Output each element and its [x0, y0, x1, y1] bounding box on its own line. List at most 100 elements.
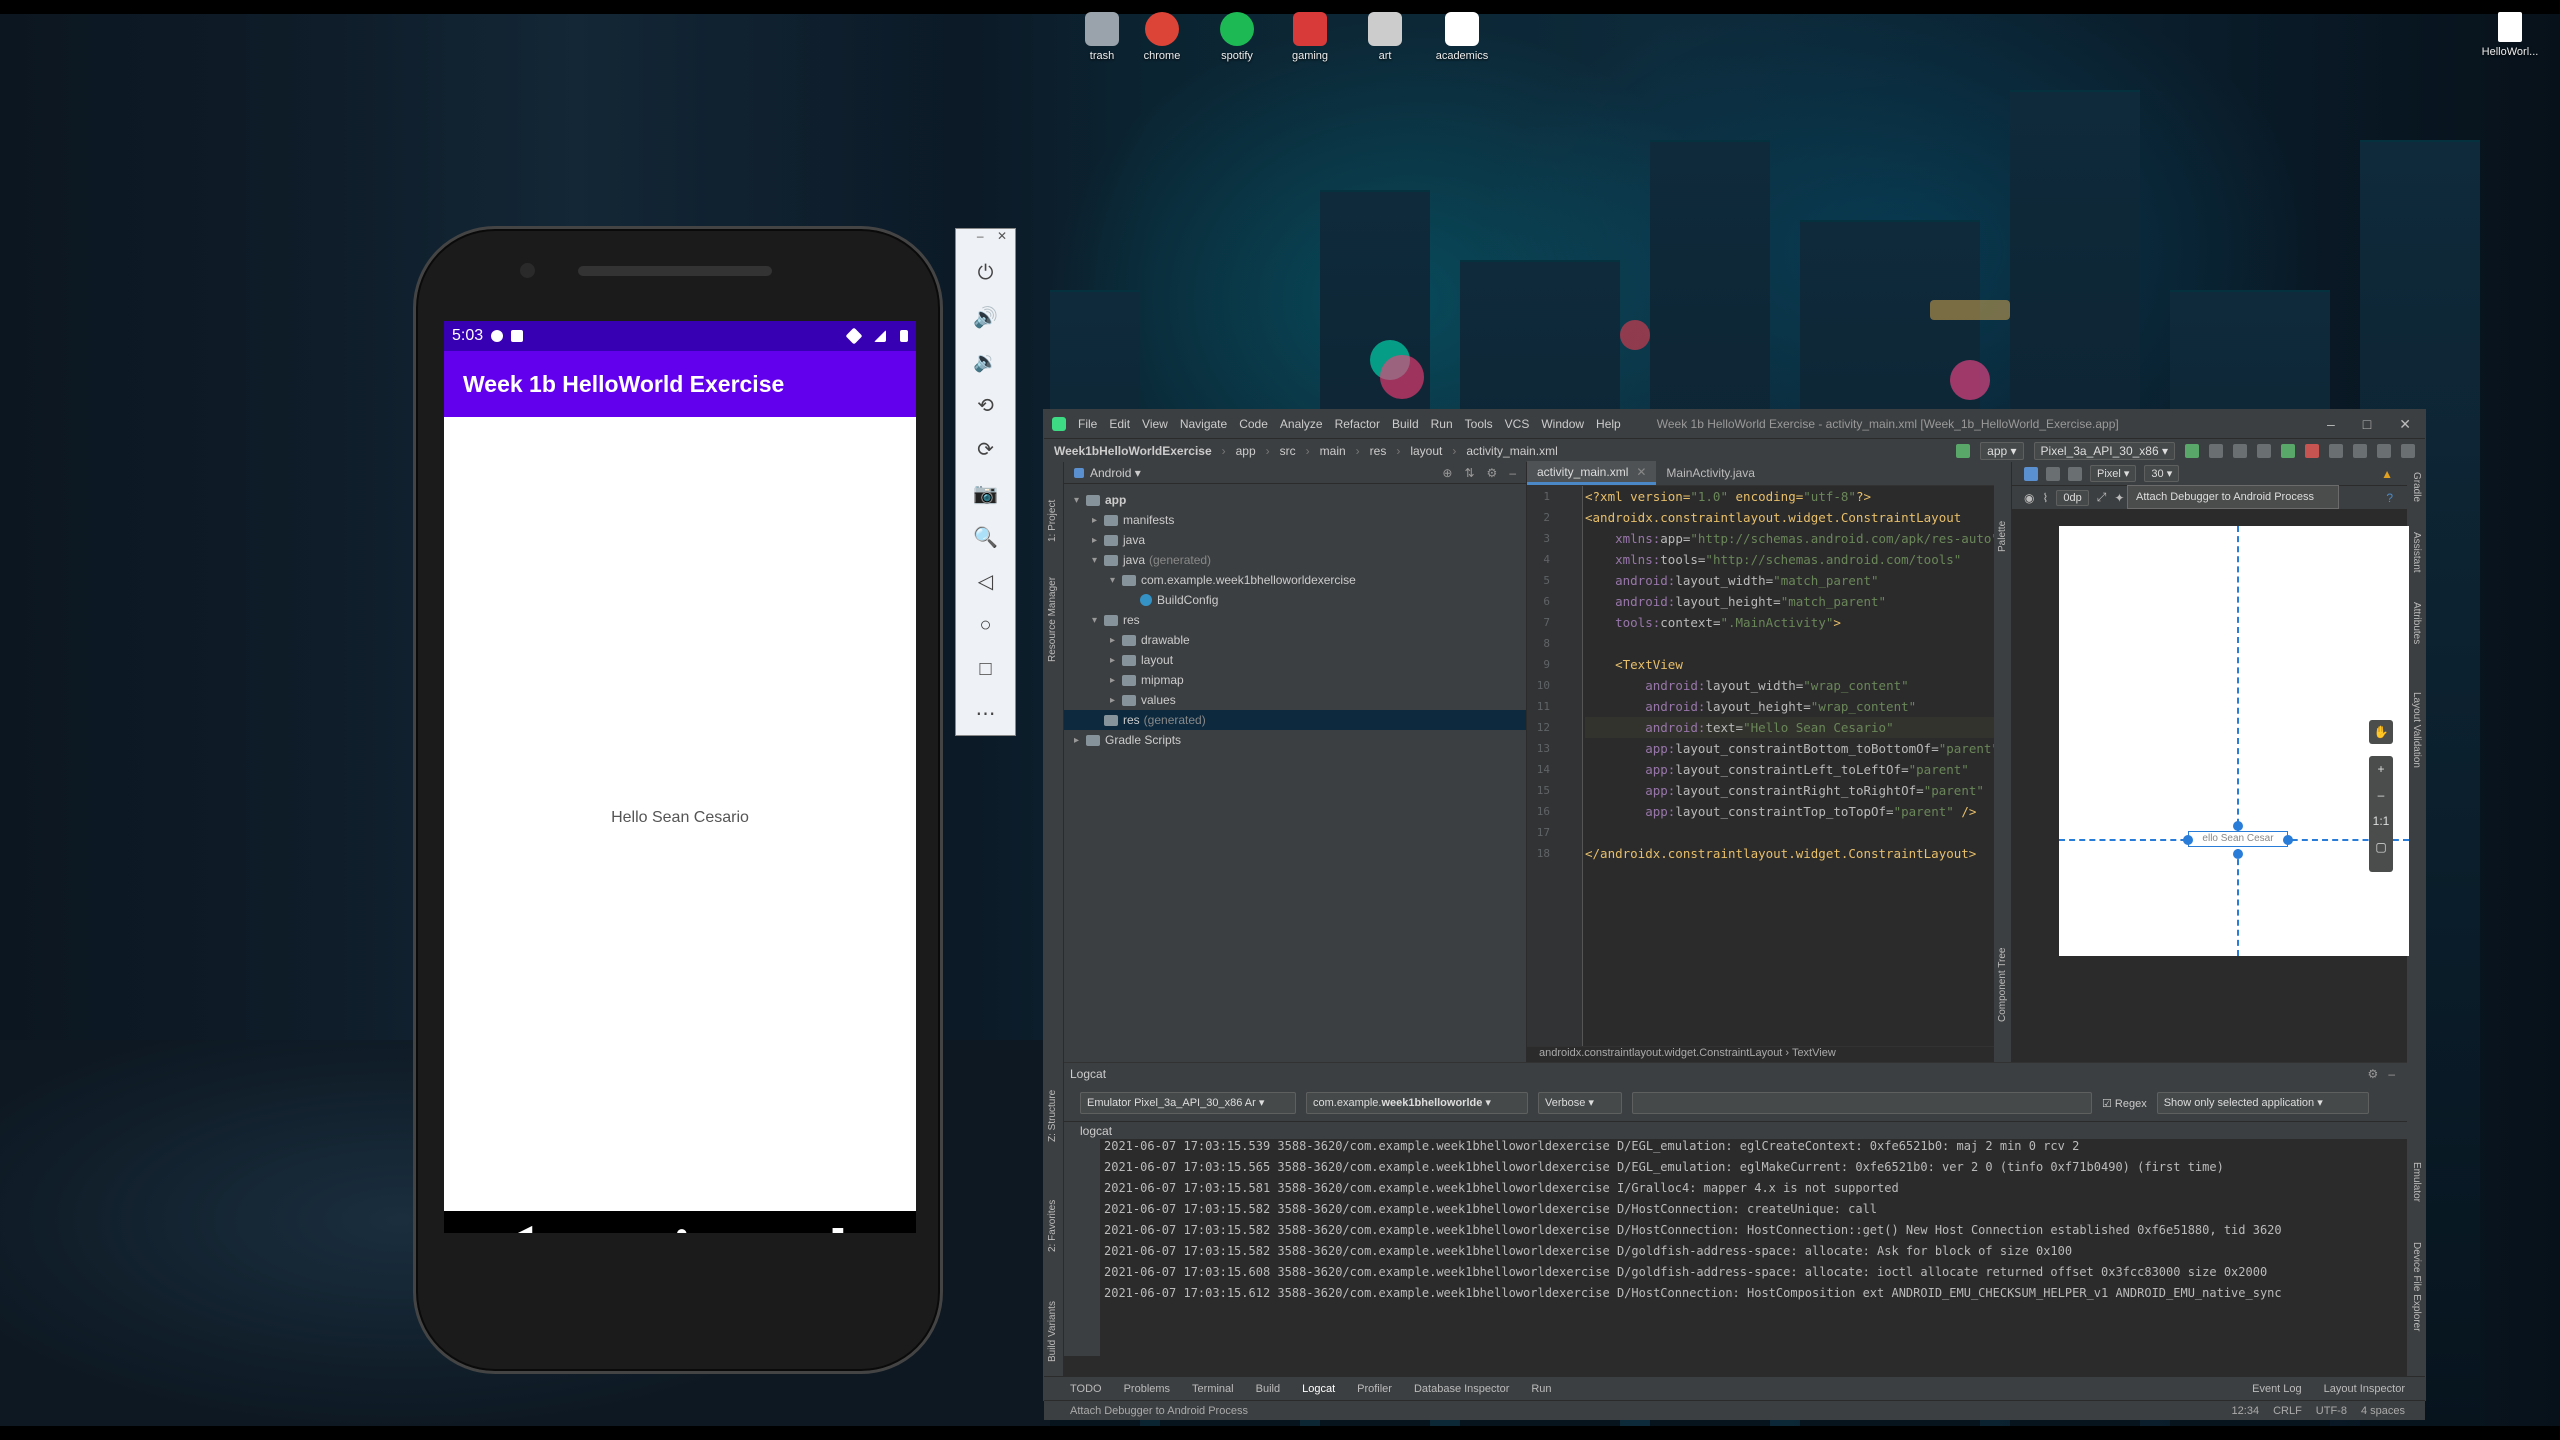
- breadcrumb-item[interactable]: Week1bHelloWorldExercise: [1054, 444, 1212, 458]
- autoconnect-icon[interactable]: ⌇: [2042, 491, 2048, 505]
- menu-vcs[interactable]: VCS: [1505, 417, 1530, 431]
- tree-item[interactable]: ▸ values: [1064, 690, 1526, 710]
- tree-item[interactable]: ▾ app: [1064, 490, 1526, 510]
- design-canvas[interactable]: ello Sean Cesar ✋ + – 1:1 ▢: [2012, 510, 2409, 1062]
- editor-tab[interactable]: activity_main.xml ✕: [1527, 461, 1657, 485]
- project-view-select[interactable]: Android ▾: [1090, 466, 1141, 480]
- locate-icon[interactable]: ⊕: [1442, 466, 1452, 480]
- pan-hand-icon[interactable]: ✋: [2369, 720, 2393, 744]
- gear-icon[interactable]: ⚙: [2368, 1067, 2379, 1081]
- bottom-anchor[interactable]: [2233, 849, 2243, 859]
- warning-icon[interactable]: ▲: [2381, 467, 2393, 481]
- collapse-all-icon[interactable]: ⇅: [1464, 466, 1474, 480]
- regex-checkbox[interactable]: ☑ Regex: [2102, 1097, 2147, 1110]
- home-icon[interactable]: ○: [956, 603, 1015, 647]
- chevron-down-icon[interactable]: ▾: [1092, 555, 1104, 566]
- nav-back-button[interactable]: ◀: [515, 1220, 532, 1233]
- attach-debugger-icon[interactable]: [2281, 443, 2295, 458]
- desktop-shortcut-spotify[interactable]: spotify: [1207, 12, 1267, 62]
- chevron-down-icon[interactable]: ▾: [1092, 615, 1104, 626]
- tree-item[interactable]: ▸ layout: [1064, 650, 1526, 670]
- left-anchor[interactable]: [2183, 835, 2193, 845]
- breadcrumb-item[interactable]: res: [1370, 444, 1387, 458]
- preview-textview[interactable]: ello Sean Cesar: [2188, 831, 2288, 847]
- breadcrumb-item[interactable]: app: [1236, 444, 1256, 458]
- emulator-minimize-button[interactable]: –: [977, 229, 984, 243]
- menu-help[interactable]: Help: [1596, 417, 1621, 431]
- default-margin-select[interactable]: 0dp: [2056, 489, 2089, 506]
- sync-icon[interactable]: [2329, 443, 2343, 458]
- right-anchor[interactable]: [2283, 835, 2293, 845]
- desktop-shortcut-art[interactable]: art: [1355, 12, 1415, 62]
- editor-tab[interactable]: MainActivity.java: [1656, 461, 1764, 485]
- menu-analyze[interactable]: Analyze: [1280, 417, 1323, 431]
- overview-icon[interactable]: □: [956, 647, 1015, 691]
- device-file-explorer-tab[interactable]: Device File Explorer: [2411, 1242, 2422, 1331]
- clear-constraints-icon[interactable]: ⤢: [2097, 490, 2107, 505]
- desktop-shortcut-trash[interactable]: trash: [1072, 12, 1132, 62]
- tree-item[interactable]: res (generated): [1064, 710, 1526, 730]
- tool-window-run[interactable]: Run: [1531, 1383, 1551, 1395]
- tree-item[interactable]: ▸ mipmap: [1064, 670, 1526, 690]
- search-icon[interactable]: [2401, 443, 2415, 458]
- camera-icon[interactable]: 📷: [956, 471, 1015, 515]
- resource-manager-tab[interactable]: Resource Manager: [1047, 577, 1058, 662]
- logcat-subtab[interactable]: logcat: [1064, 1121, 2407, 1139]
- status-item[interactable]: CRLF: [2273, 1405, 2302, 1417]
- tool-window-terminal[interactable]: Terminal: [1192, 1383, 1234, 1395]
- zoom-icon[interactable]: 🔍: [956, 515, 1015, 559]
- status-item[interactable]: UTF-8: [2316, 1405, 2347, 1417]
- chevron-down-icon[interactable]: ▾: [1074, 495, 1086, 506]
- tree-item[interactable]: ▸ manifests: [1064, 510, 1526, 530]
- logcat-process-select[interactable]: com.example.week1bhelloworlde ▾: [1306, 1092, 1528, 1114]
- tool-window-todo[interactable]: TODO: [1070, 1383, 1102, 1395]
- menu-code[interactable]: Code: [1239, 417, 1268, 431]
- chevron-right-icon[interactable]: ▸: [1092, 535, 1104, 546]
- zoom-reset-button[interactable]: 1:1: [2369, 808, 2393, 834]
- menu-file[interactable]: File: [1078, 417, 1097, 431]
- logcat-output[interactable]: 2021-06-07 17:03:15.539 3588-3620/com.ex…: [1104, 1139, 2397, 1356]
- menu-tools[interactable]: Tools: [1465, 417, 1493, 431]
- component-tree-tab[interactable]: Component Tree: [1997, 948, 2008, 1023]
- menu-build[interactable]: Build: [1392, 417, 1419, 431]
- zoom-in-button[interactable]: +: [2369, 756, 2393, 782]
- build-variants-tab[interactable]: Build Variants: [1047, 1301, 1058, 1362]
- breadcrumb-item[interactable]: activity_main.xml: [1466, 444, 1557, 458]
- run-config-select[interactable]: app ▾: [1980, 441, 2024, 460]
- project-tool-tab[interactable]: 1: Project: [1047, 500, 1058, 542]
- close-icon[interactable]: ✕: [2399, 416, 2411, 433]
- chevron-right-icon[interactable]: ▸: [1092, 515, 1104, 526]
- back-icon[interactable]: ◁: [956, 559, 1015, 603]
- avd-manager-icon[interactable]: [2353, 443, 2367, 458]
- debug-icon[interactable]: [2233, 443, 2247, 458]
- gear-icon[interactable]: ⚙: [1487, 466, 1498, 480]
- desktop-shortcut-gaming[interactable]: gaming: [1280, 12, 1340, 62]
- logcat-filter-select[interactable]: Show only selected application ▾: [2156, 1092, 2369, 1114]
- stop-icon[interactable]: [2305, 443, 2319, 458]
- favorites-tab[interactable]: 2: Favorites: [1047, 1200, 1058, 1252]
- rotate-right-icon[interactable]: ⟳: [956, 427, 1015, 471]
- hide-icon[interactable]: –: [2388, 1067, 2395, 1081]
- desktop-shortcut-chrome[interactable]: chrome: [1132, 12, 1192, 62]
- breadcrumb-item[interactable]: layout: [1410, 444, 1442, 458]
- device-select[interactable]: Pixel_3a_API_30_x86 ▾: [2033, 441, 2175, 460]
- preview-device-select[interactable]: Pixel ▾: [2090, 465, 2137, 482]
- api-level-select[interactable]: 30 ▾: [2144, 465, 2180, 482]
- structure-tab[interactable]: Z: Structure: [1047, 1090, 1058, 1142]
- menu-window[interactable]: Window: [1541, 417, 1584, 431]
- tool-window-database-inspector[interactable]: Database Inspector: [1414, 1383, 1509, 1395]
- logcat-search-input[interactable]: [1632, 1092, 2092, 1114]
- sdk-manager-icon[interactable]: [2377, 443, 2391, 458]
- tool-window-layout-inspector[interactable]: Layout Inspector: [2324, 1383, 2405, 1395]
- tree-item[interactable]: ▾ java (generated): [1064, 550, 1526, 570]
- menu-run[interactable]: Run: [1431, 417, 1453, 431]
- log-level-select[interactable]: Verbose ▾: [1538, 1092, 1622, 1114]
- chevron-right-icon[interactable]: ▸: [1110, 655, 1122, 666]
- gradle-tab[interactable]: Gradle: [2411, 472, 2422, 502]
- volume-down-icon[interactable]: 🔉: [956, 339, 1015, 383]
- apply-changes-icon[interactable]: [2209, 443, 2223, 458]
- logcat-device-select[interactable]: Emulator Pixel_3a_API_30_x86 Ar ▾: [1080, 1092, 1296, 1114]
- maximize-icon[interactable]: □: [2363, 416, 2371, 433]
- chevron-right-icon[interactable]: ▸: [1110, 675, 1122, 686]
- hide-icon[interactable]: –: [1509, 466, 1516, 480]
